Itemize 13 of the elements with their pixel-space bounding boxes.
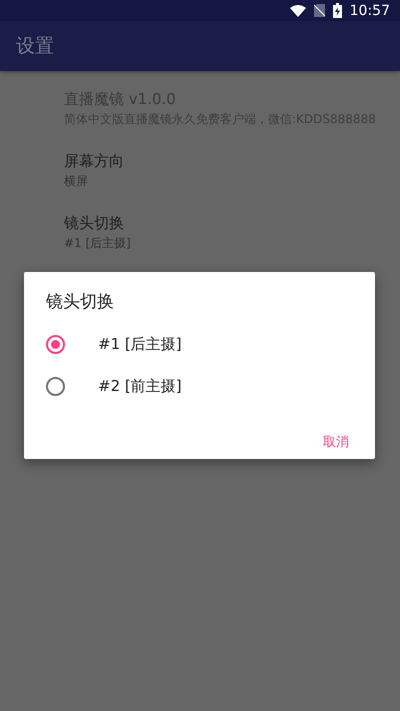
radio-button[interactable] <box>46 334 65 354</box>
option-label[interactable]: #2 [前主摄] <box>98 376 182 396</box>
setting-title[interactable]: 屏幕方向 <box>64 152 392 171</box>
dialog-title: 镜头切换 <box>46 291 115 313</box>
status-time: 10:57 <box>350 2 390 18</box>
wifi-icon <box>290 4 306 16</box>
no-sim-icon <box>314 4 325 17</box>
radio-button[interactable] <box>46 376 65 396</box>
app-bar-title: 设置 <box>16 34 54 59</box>
option-label[interactable]: #1 [后主摄] <box>98 334 182 354</box>
setting-title[interactable]: 镜头切换 <box>64 214 392 233</box>
battery-charging-icon <box>332 3 342 18</box>
cancel-button[interactable]: 取消 <box>313 427 359 457</box>
